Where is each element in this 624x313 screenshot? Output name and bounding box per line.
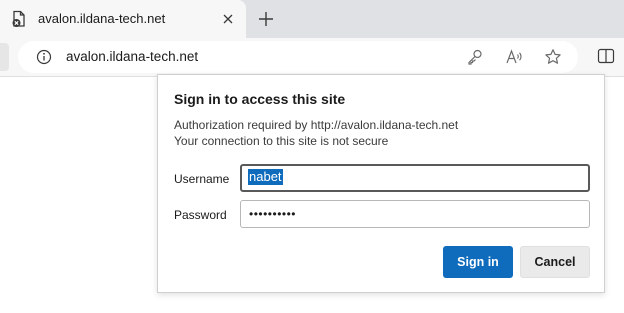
security-warning: Your connection to this site is not secu… <box>174 134 389 148</box>
username-field[interactable]: nabet <box>240 164 590 192</box>
address-bar[interactable]: avalon.ildana-tech.net <box>18 41 578 73</box>
split-screen-icon[interactable] <box>597 47 615 65</box>
page-icon <box>11 10 27 28</box>
star-icon[interactable] <box>544 48 562 66</box>
tab-title: avalon.ildana-tech.net <box>38 11 166 26</box>
password-value[interactable]: •••••••••• <box>249 206 296 222</box>
username-label: Username <box>174 172 230 186</box>
authorization-message: Authorization required by http://avalon.… <box>174 118 459 132</box>
username-value[interactable]: nabet <box>248 169 283 185</box>
read-aloud-icon[interactable] <box>505 48 523 66</box>
tab-strip: avalon.ildana-tech.net <box>0 0 624 38</box>
password-field[interactable]: •••••••••• <box>240 200 590 228</box>
browser-toolbar: avalon.ildana-tech.net <box>0 38 624 77</box>
sign-in-button[interactable]: Sign in <box>443 246 513 278</box>
info-icon[interactable] <box>36 49 52 65</box>
close-icon[interactable] <box>220 11 236 27</box>
cancel-button[interactable]: Cancel <box>520 246 590 278</box>
key-icon[interactable] <box>466 48 484 66</box>
sign-in-dialog: Sign in to access this site Authorizatio… <box>157 74 605 293</box>
plus-icon[interactable] <box>256 9 276 29</box>
dialog-title: Sign in to access this site <box>174 91 346 107</box>
password-label: Password <box>174 208 227 222</box>
back-button[interactable] <box>0 43 9 71</box>
url-text[interactable]: avalon.ildana-tech.net <box>66 49 198 64</box>
browser-tab[interactable]: avalon.ildana-tech.net <box>0 0 246 38</box>
